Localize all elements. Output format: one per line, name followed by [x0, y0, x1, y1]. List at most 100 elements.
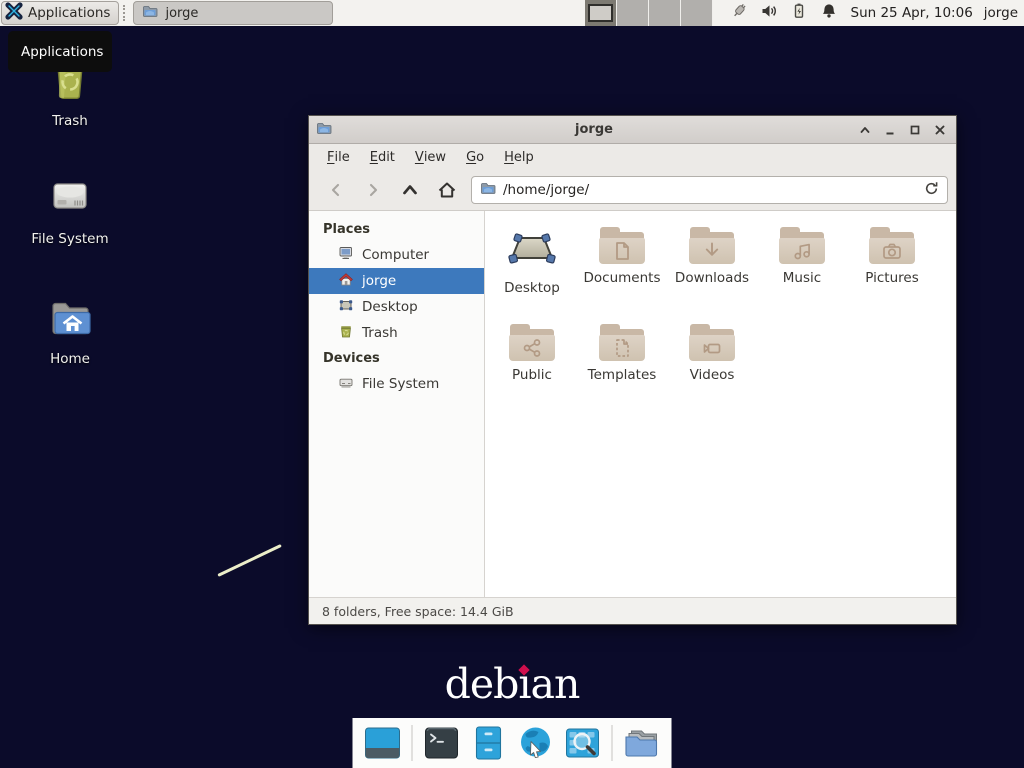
folder-icon: [142, 3, 158, 23]
window-title: jorge: [332, 122, 856, 137]
menu-view[interactable]: View: [405, 144, 456, 170]
folder-item-public[interactable]: Public: [487, 316, 577, 413]
file-manager-window: jorge File Edit View Go Help: [308, 115, 957, 625]
taskbar-window-button[interactable]: jorge: [133, 1, 333, 25]
drive-icon: [22, 173, 118, 225]
panel-clock[interactable]: Sun 25 Apr, 10:06: [851, 5, 973, 21]
desktop-icon-label: Home: [22, 351, 118, 367]
home-icon: [338, 271, 354, 291]
address-path[interactable]: /home/jorge/: [503, 182, 917, 198]
menu-go[interactable]: Go: [456, 144, 494, 170]
maximize-button[interactable]: [906, 121, 924, 139]
taskbar-window-label: jorge: [165, 6, 198, 21]
desktop-icon-file-system[interactable]: File System: [22, 173, 118, 247]
documents-folder-icon: [599, 227, 645, 265]
desktop-icon-label: File System: [22, 231, 118, 247]
folder-item-label: Documents: [584, 270, 661, 286]
web-browser-launcher[interactable]: [518, 725, 554, 761]
dock-separator: [412, 725, 413, 761]
sidebar-item-desktop[interactable]: Desktop: [309, 294, 484, 320]
panel-username[interactable]: jorge: [984, 5, 1018, 21]
battery-icon[interactable]: [790, 2, 808, 24]
computer-icon: [338, 245, 354, 265]
workspace-3[interactable]: [649, 0, 681, 26]
menu-edit[interactable]: Edit: [360, 144, 405, 170]
sidebar-item-label: File System: [362, 376, 439, 392]
menu-file[interactable]: File: [317, 144, 360, 170]
debian-logo-text: debıan: [445, 660, 580, 708]
menu-help[interactable]: Help: [494, 144, 544, 170]
sidebar-item-jorge[interactable]: jorge: [309, 268, 484, 294]
window-folder-icon: [316, 120, 332, 140]
status-text: 8 folders, Free space: 14.4 GiB: [322, 604, 514, 619]
folder-item-templates[interactable]: Templates: [577, 316, 667, 413]
minimize-button[interactable]: [881, 121, 899, 139]
music-emblem-icon: [791, 240, 813, 262]
workspace-window-preview: [588, 4, 613, 22]
templates-folder-icon: [599, 324, 645, 362]
close-button[interactable]: [931, 121, 949, 139]
debian-logo: debıan: [0, 660, 1024, 708]
desktop-icon: [338, 297, 354, 317]
folder-launcher[interactable]: [624, 725, 660, 761]
workspace-4[interactable]: [681, 0, 713, 26]
sidebar-item-label: jorge: [362, 273, 396, 289]
sidebar-item-computer[interactable]: Computer: [309, 242, 484, 268]
reload-icon[interactable]: [924, 181, 939, 200]
show-desktop-button[interactable]: [365, 725, 401, 761]
sidebar-item-label: Computer: [362, 247, 429, 263]
public-folder-icon: [509, 324, 555, 362]
folder-item-label: Public: [512, 367, 552, 383]
app-finder-launcher[interactable]: [565, 725, 601, 761]
back-button[interactable]: [317, 175, 354, 205]
address-bar[interactable]: /home/jorge/: [471, 176, 948, 204]
sidebar-item-file-system[interactable]: File System: [309, 371, 484, 397]
share-emblem-icon: [521, 337, 543, 359]
folder-view[interactable]: Desktop Documents Download: [485, 211, 956, 597]
file-manager-launcher[interactable]: [471, 725, 507, 761]
address-folder-icon: [480, 180, 496, 200]
top-panel: Applications jorge: [0, 0, 1024, 26]
template-emblem-icon: [611, 337, 633, 359]
folder-item-documents[interactable]: Documents: [577, 219, 667, 316]
dock-separator: [612, 725, 613, 761]
sidebar-header-places: Places: [309, 217, 484, 242]
folder-item-pictures[interactable]: Pictures: [847, 219, 937, 316]
desktop-icon-home[interactable]: Home: [22, 293, 118, 367]
forward-button[interactable]: [354, 175, 391, 205]
folder-item-label: Templates: [588, 367, 657, 383]
folder-item-label: Desktop: [504, 280, 560, 296]
folder-item-label: Downloads: [675, 270, 749, 286]
applications-tooltip: Applications: [8, 31, 112, 72]
folder-item-videos[interactable]: Videos: [667, 316, 757, 413]
volume-icon[interactable]: [760, 2, 778, 24]
shade-button[interactable]: [856, 121, 874, 139]
xfce-logo-icon: [5, 2, 23, 24]
system-tray: [730, 2, 838, 24]
sidebar-item-trash[interactable]: Trash: [309, 320, 484, 346]
desktop-icon-label: Trash: [22, 113, 118, 129]
document-emblem-icon: [611, 240, 633, 262]
plug-icon[interactable]: [730, 2, 748, 24]
workspace-2[interactable]: [617, 0, 649, 26]
window-titlebar[interactable]: jorge: [309, 116, 956, 144]
folder-item-desktop[interactable]: Desktop: [487, 219, 577, 316]
desktop-surface-icon: [508, 223, 556, 275]
sidebar: Places Computer: [309, 211, 485, 597]
sidebar-item-label: Trash: [362, 325, 398, 341]
music-folder-icon: [779, 227, 825, 265]
applications-menu-button[interactable]: Applications: [1, 1, 119, 25]
folder-item-downloads[interactable]: Downloads: [667, 219, 757, 316]
folder-item-music[interactable]: Music: [757, 219, 847, 316]
trash-icon: [338, 323, 354, 343]
applications-menu-label: Applications: [28, 5, 110, 21]
home-button[interactable]: [428, 175, 465, 205]
bell-icon[interactable]: [820, 2, 838, 24]
sidebar-item-label: Desktop: [362, 299, 418, 315]
up-button[interactable]: [391, 175, 428, 205]
downloads-folder-icon: [689, 227, 735, 265]
workspace-1[interactable]: [585, 0, 617, 26]
terminal-launcher[interactable]: [424, 725, 460, 761]
panel-grip: [123, 5, 131, 21]
tooltip-text: Applications: [21, 44, 103, 60]
